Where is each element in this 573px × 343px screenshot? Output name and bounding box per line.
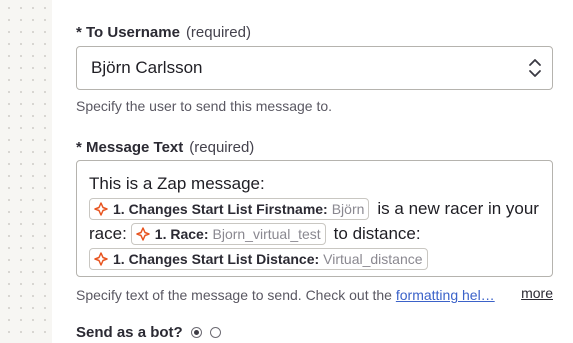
chevron-up-down-icon (529, 59, 541, 77)
mapped-field-pill[interactable]: 1. Race: Bjorn_virtual_test (130, 222, 326, 245)
zapier-step-icon (136, 226, 150, 241)
more-link[interactable]: more (521, 285, 553, 301)
canvas-dot-grid (0, 0, 52, 343)
to-username-label: * To Username (required) (76, 24, 251, 41)
to-username-help: Specify the user to send this message to… (76, 98, 333, 114)
message-text-label: * Message Text (required) (76, 139, 255, 156)
message-text-segment: This is a Zap message: (89, 173, 265, 193)
zapier-step-icon (94, 251, 108, 266)
message-text-segment: to distance: (333, 223, 421, 243)
required-tag: (required) (189, 139, 255, 156)
zapier-step-icon (94, 201, 108, 216)
send-as-bot-row: Send as a bot? (76, 324, 221, 341)
pill-sample-value: Virtual_distance (323, 250, 423, 267)
formatting-help-link[interactable]: formatting hel… (396, 287, 495, 303)
send-as-bot-label: Send as a bot? (76, 324, 183, 341)
message-text-help: Specify text of the message to send. Che… (76, 287, 495, 303)
pill-key: 1. Changes Start List Distance: (113, 250, 320, 267)
selected-user: Björn Carlsson (91, 58, 203, 77)
pill-sample-value: Bjorn_virtual_test (212, 225, 321, 242)
bot-radio-yes[interactable] (190, 327, 202, 338)
pill-key: 1. Race: (154, 225, 209, 242)
message-text-segment: race: (89, 223, 127, 243)
bot-radio-no[interactable] (209, 327, 221, 338)
mapped-field-pill[interactable]: 1. Changes Start List Distance: Virtual_d… (89, 247, 428, 270)
message-text-segment: is a new racer in your (377, 198, 539, 218)
pill-sample-value: Björn (331, 200, 365, 217)
help-text: Specify text of the message to send. Che… (76, 287, 392, 303)
mapped-field-pill[interactable]: 1. Changes Start List Firstname: Björn (89, 197, 370, 220)
message-text-input[interactable]: This is a Zap message: 1. Changes Start … (76, 160, 553, 277)
pill-key: 1. Changes Start List Firstname: (113, 200, 328, 217)
to-username-select[interactable]: Björn Carlsson (76, 46, 553, 90)
step-config-panel: * To Username (required) Björn Carlsson S… (52, 0, 573, 343)
required-tag: (required) (185, 24, 251, 41)
